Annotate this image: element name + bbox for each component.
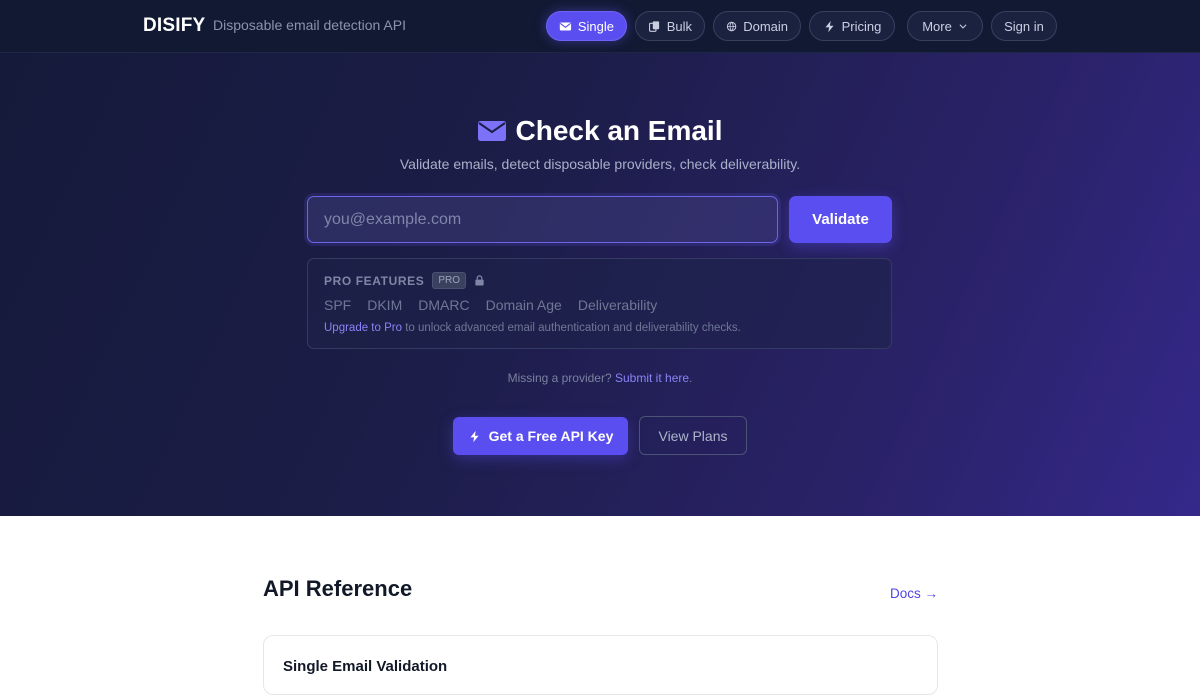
hero-title-row: Check an Email — [0, 115, 1200, 147]
nav-bulk-button[interactable]: Bulk — [635, 11, 705, 41]
pro-feature-list: SPF DKIM DMARC Domain Age Deliverability — [324, 297, 657, 313]
feature-dkim: DKIM — [367, 297, 403, 313]
upgrade-description: to unlock advanced email authentication … — [402, 322, 741, 334]
nav-domain-label: Domain — [743, 18, 788, 34]
top-navbar: DISIFY Disposable email detection API Si… — [0, 0, 1200, 53]
feature-deliverability: Deliverability — [577, 297, 658, 313]
submit-provider-link[interactable]: Submit it here — [615, 371, 689, 385]
bolt-icon — [470, 430, 479, 442]
pro-features-panel: PRO FEATURES PRO SPF DKIM DMARC Domain A… — [307, 258, 892, 349]
envelope-icon — [477, 121, 506, 141]
page-title: Check an Email — [515, 115, 723, 146]
get-api-key-label: Get a Free API Key — [488, 428, 614, 444]
nav-domain-button[interactable]: Domain — [713, 11, 801, 41]
api-reference-title: API Reference — [263, 576, 413, 601]
feature-domain-age: Domain Age — [485, 297, 562, 313]
hero-subtitle: Validate emails, detect disposable provi… — [399, 156, 801, 172]
copy-icon — [649, 20, 660, 32]
nav-pricing-label: Pricing — [841, 18, 882, 34]
pro-features-header: PRO FEATURES PRO — [324, 272, 485, 289]
nav-single-button[interactable]: Single — [546, 11, 627, 41]
lock-icon — [475, 275, 484, 286]
upgrade-link[interactable]: Upgrade to Pro — [324, 322, 402, 334]
globe-icon — [726, 21, 737, 31]
get-api-key-button[interactable]: Get a Free API Key — [453, 417, 628, 455]
sign-in-label: Sign in — [1004, 18, 1044, 34]
nav-pricing-button[interactable]: Pricing — [809, 11, 895, 41]
hero-section: Check an Email Validate emails, detect d… — [0, 53, 1200, 516]
view-plans-button[interactable]: View Plans — [639, 416, 747, 455]
missing-provider-suffix: . — [689, 371, 693, 385]
docs-link[interactable]: Docs → — [890, 586, 938, 601]
envelope-icon — [559, 21, 572, 31]
pro-badge: PRO — [432, 272, 466, 289]
validate-button[interactable]: Validate — [789, 196, 892, 243]
upgrade-text: Upgrade to Pro to unlock advanced email … — [324, 322, 741, 334]
nav-more-button[interactable]: More — [907, 11, 983, 41]
brand-logo[interactable]: DISIFY — [143, 15, 205, 37]
nav-single-label: Single — [577, 18, 614, 34]
missing-provider-text: Missing a provider? Submit it here. — [0, 371, 1200, 385]
bolt-icon — [825, 20, 834, 32]
feature-dmarc: DMARC — [418, 297, 470, 313]
feature-spf: SPF — [324, 297, 352, 313]
sign-in-button[interactable]: Sign in — [991, 11, 1057, 41]
email-input[interactable] — [307, 196, 778, 243]
brand-tagline: Disposable email detection API — [213, 17, 406, 33]
chevron-down-icon — [959, 24, 967, 29]
card-title: Single Email Validation — [283, 658, 448, 675]
nav-more-label: More — [922, 18, 952, 34]
pro-features-label: PRO FEATURES — [324, 273, 425, 288]
single-email-validation-card: Single Email Validation — [263, 635, 938, 695]
missing-provider-prefix: Missing a provider? — [507, 371, 615, 385]
nav-bulk-label: Bulk — [666, 18, 692, 34]
